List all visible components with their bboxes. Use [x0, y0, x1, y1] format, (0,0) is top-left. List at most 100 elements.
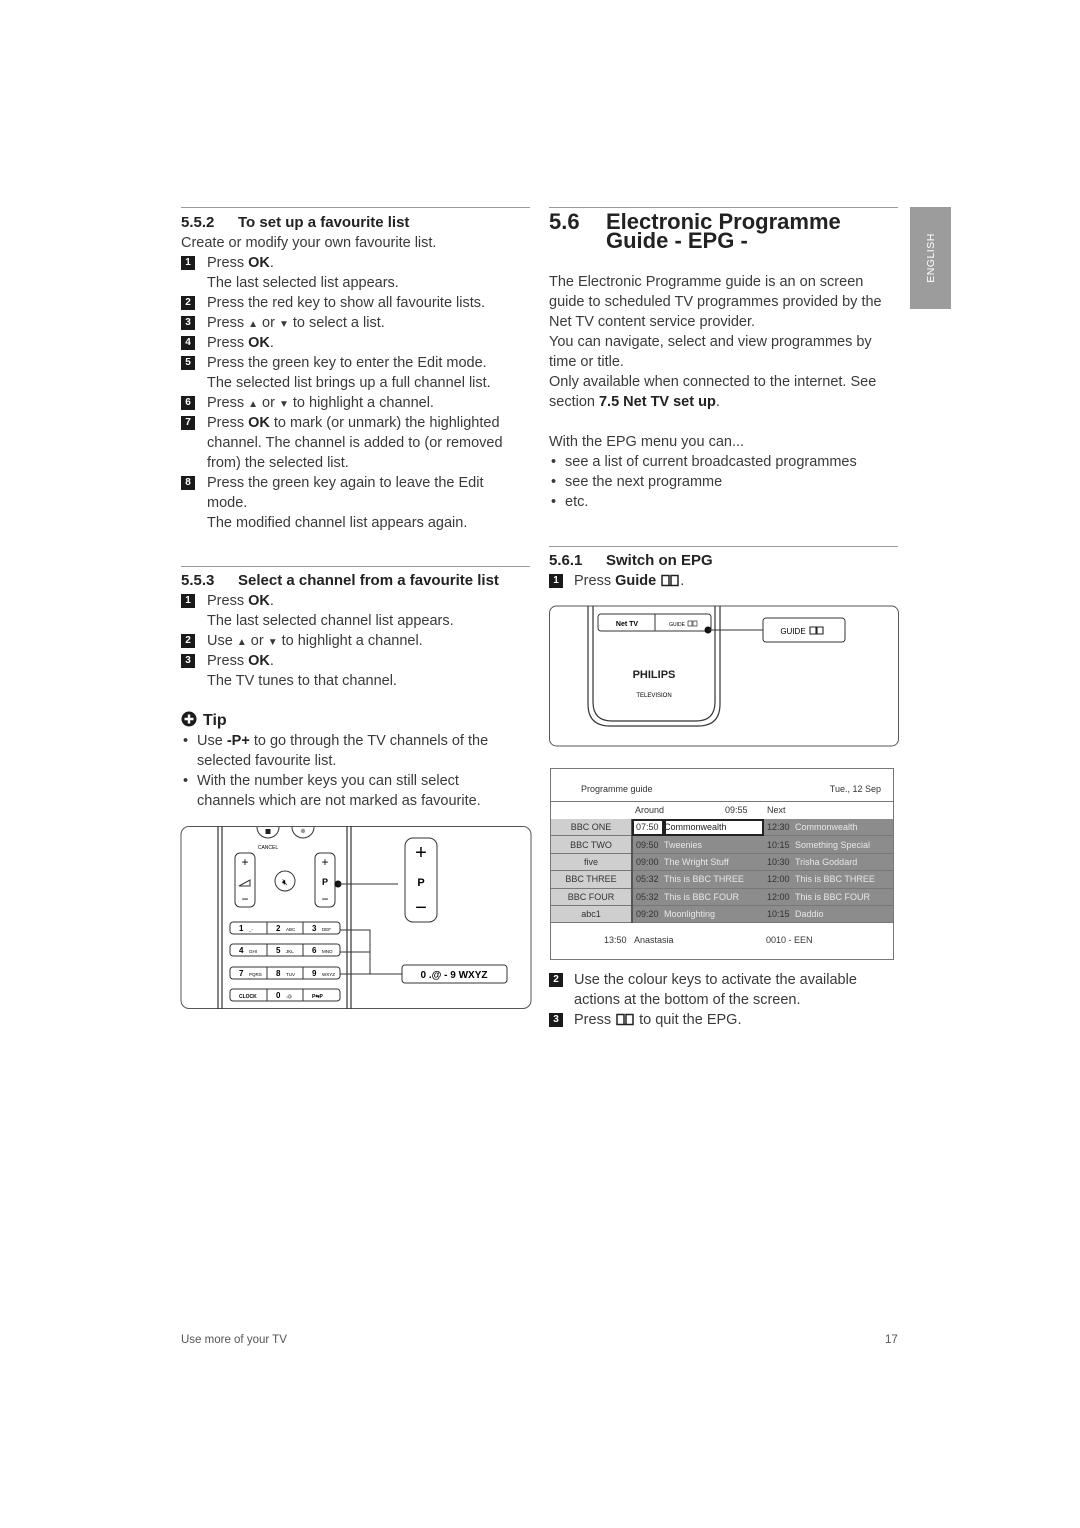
step-7: 7 Press OK to mark (or unmark) the highli… — [181, 413, 530, 433]
step-3: 3 Press to quit the EPG. — [549, 1010, 898, 1030]
number-keys: 1 _- 2 ABC 3 DEF 4 GHI 5 JKL 6 MNO 7 PQRS 8 TUV 9 WXYZ CLO… — [229, 921, 341, 1002]
guide-button-label: GUIDE — [669, 622, 686, 628]
step-4: 4 Press OK. — [181, 333, 530, 353]
epg-row[interactable]: BBC TWO 09:50 Tweenies 10:15 Something Speci… — [551, 835, 893, 854]
epg-row[interactable]: abc1 09:20 Moonlighting 10:15 Daddio — [551, 905, 893, 924]
svg-text:−: − — [321, 892, 328, 906]
remote-guide-key-illustration: Net TV GUIDE GUIDE PHILIPS TELEVISION — [549, 605, 899, 747]
down-arrow-icon: ▼ — [278, 399, 289, 410]
svg-text:−: − — [415, 897, 427, 919]
epg-cell-t1: 09:20 — [632, 905, 664, 924]
key-letters: DEF — [322, 927, 331, 932]
number-key-5: 5 — [276, 946, 281, 955]
svg-text:🔇︎: 🔇︎ — [282, 877, 288, 887]
number-key-0: 0 — [276, 991, 281, 1000]
section-heading: 5.5.3 Select a channel from a favourite l… — [181, 572, 499, 589]
epg-cell-p2: Trisha Goddard — [795, 853, 893, 872]
step-7-cont: channel. The channel is added to (or rem… — [207, 435, 503, 451]
paragraph-line: section 7.5 Net TV set up. — [549, 394, 720, 410]
menu-intro: With the EPG menu you can... — [549, 434, 745, 450]
svg-text:0 .@ - 9 WXYZ: 0 .@ - 9 WXYZ — [421, 970, 488, 981]
up-arrow-icon: ▲ — [236, 637, 247, 648]
program-rocker-callout: + P − — [404, 837, 438, 923]
epg-cell-t2: 12:00 — [764, 888, 795, 906]
step-8-cont: mode. — [207, 495, 248, 511]
number-key-1: 1 — [239, 924, 244, 933]
intro-text: Create or modify your own favourite list… — [181, 235, 437, 251]
epg-cell-ch: BBC ONE — [551, 819, 633, 837]
epg-cell-t1: 05:32 — [632, 888, 664, 906]
svg-text:+: + — [321, 855, 328, 869]
guide-book-icon — [616, 1013, 634, 1026]
svg-text:+: + — [241, 855, 248, 869]
epg-cell-ch: BBC FOUR — [551, 888, 633, 906]
epg-cell-ch: BBC THREE — [551, 870, 633, 889]
epg-cell-t2: 12:30 — [764, 819, 795, 837]
epg-row[interactable]: BBC THREE 05:32 This is BBC THREE 12:00 This… — [551, 870, 893, 889]
tip-bullet: • With the number keys you can still sele… — [183, 773, 459, 789]
epg-cell-t2: 12:00 — [764, 870, 795, 889]
number-key-P⇆P: P⇆P — [312, 993, 324, 1000]
section-heading: 5.6.1 Switch on EPG — [549, 552, 713, 569]
epg-cell-p1: The Wright Stuff — [664, 853, 764, 872]
epg-cell-t2: 10:15 — [764, 835, 795, 854]
language-label: ENGLISH — [924, 233, 937, 283]
program-rocker: + P − — [314, 852, 336, 908]
svg-text:P: P — [417, 877, 424, 889]
step-8-result: The modified channel list appears again. — [207, 515, 468, 531]
paragraph-line: guide to scheduled TV programmes provide… — [549, 294, 882, 310]
up-arrow-icon: ▲ — [248, 319, 258, 330]
step-1-result: The last selected channel list appears. — [207, 613, 454, 629]
guide-callout-label: GUIDE — [780, 627, 805, 636]
paragraph-line: Net TV content service provider. — [549, 314, 756, 330]
section-link[interactable]: 7.5 Net TV set up — [599, 394, 716, 410]
down-arrow-icon: ▼ — [278, 319, 289, 330]
number-key-4: 4 — [239, 946, 244, 955]
section-5-6-1: 5.6.1 Switch on EPG 1 Press Guide . — [549, 546, 898, 591]
epg-cell-t1: 09:50 — [632, 835, 664, 854]
bullet: • see a list of current broadcasted progr… — [551, 454, 857, 470]
epg-cell-t1: 07:50 — [632, 819, 664, 837]
step-2: 2 Press the red key to show all favourite… — [181, 293, 530, 313]
record-button — [291, 826, 315, 839]
epg-table: BBC ONE 07:50 Commonwealth 12:30 Commonwealt… — [551, 819, 893, 924]
epg-cell-p2: This is BBC THREE — [795, 870, 893, 889]
paragraph-line: time or title. — [549, 354, 624, 370]
step-3: 3 Press ▲ or ▼ to select a list. — [181, 313, 530, 333]
section-5-5-3: 5.5.3 Select a channel from a favourite l… — [181, 566, 530, 811]
epg-row[interactable]: BBC FOUR 05:32 This is BBC FOUR 12:00 This i… — [551, 888, 893, 906]
number-key-CLOCK: CLOCK — [239, 994, 257, 1000]
paragraph-line: The Electronic Programme guide is an on … — [549, 274, 864, 290]
epg-cell-p1: Commonwealth — [664, 819, 764, 837]
step-5: 5 Press the green key to enter the Edit m… — [181, 353, 530, 373]
number-key-2: 2 — [276, 924, 281, 933]
epg-row[interactable]: five 09:00 The Wright Stuff 10:30 Trisha God… — [551, 853, 893, 872]
up-arrow-icon: ▲ — [248, 399, 258, 410]
step-1: 1 Press Guide . — [549, 571, 898, 591]
step-3-result: The TV tunes to that channel. — [207, 673, 397, 689]
epg-column-header: Around 09:55 Next — [551, 783, 893, 815]
epg-cell-p1: Moonlighting — [664, 905, 764, 924]
down-arrow-icon: ▼ — [267, 637, 278, 648]
step-5-result: The selected list brings up a full chann… — [207, 375, 491, 391]
key-letters: JKL — [286, 949, 294, 954]
tip-icon — [181, 711, 197, 727]
epg-cell-ch: five — [551, 853, 633, 872]
number-keys-callout: 0 .@ - 9 WXYZ — [401, 964, 508, 984]
tip-bullet-cont: channels which are not marked as favouri… — [197, 793, 481, 809]
epg-cell-t1: 09:00 — [632, 853, 664, 872]
epg-cell-p1: Tweenies — [664, 835, 764, 854]
step-6: 6 Press ▲ or ▼ to highlight a channel. — [181, 393, 530, 413]
step-8: 8 Press the green key again to leave the … — [181, 473, 530, 493]
epg-cell-p2: Something Special — [795, 835, 893, 854]
key-letters: PQRS — [249, 972, 262, 977]
epg-cell-ch: BBC TWO — [551, 835, 633, 854]
epg-cell-t2: 10:15 — [764, 905, 795, 924]
epg-row[interactable]: BBC ONE 07:50 Commonwealth 12:30 Commonwealt… — [551, 819, 893, 837]
section-5-5-2: 5.5.2 To set up a favourite list Create o… — [181, 207, 530, 533]
step-1: 1 Press OK. — [181, 253, 530, 273]
step-1-result: The last selected list appears. — [207, 275, 399, 291]
nettv-button-label: Net TV — [616, 621, 639, 628]
step-1: 1 Press OK. — [181, 591, 530, 611]
guide-book-icon — [661, 574, 679, 587]
